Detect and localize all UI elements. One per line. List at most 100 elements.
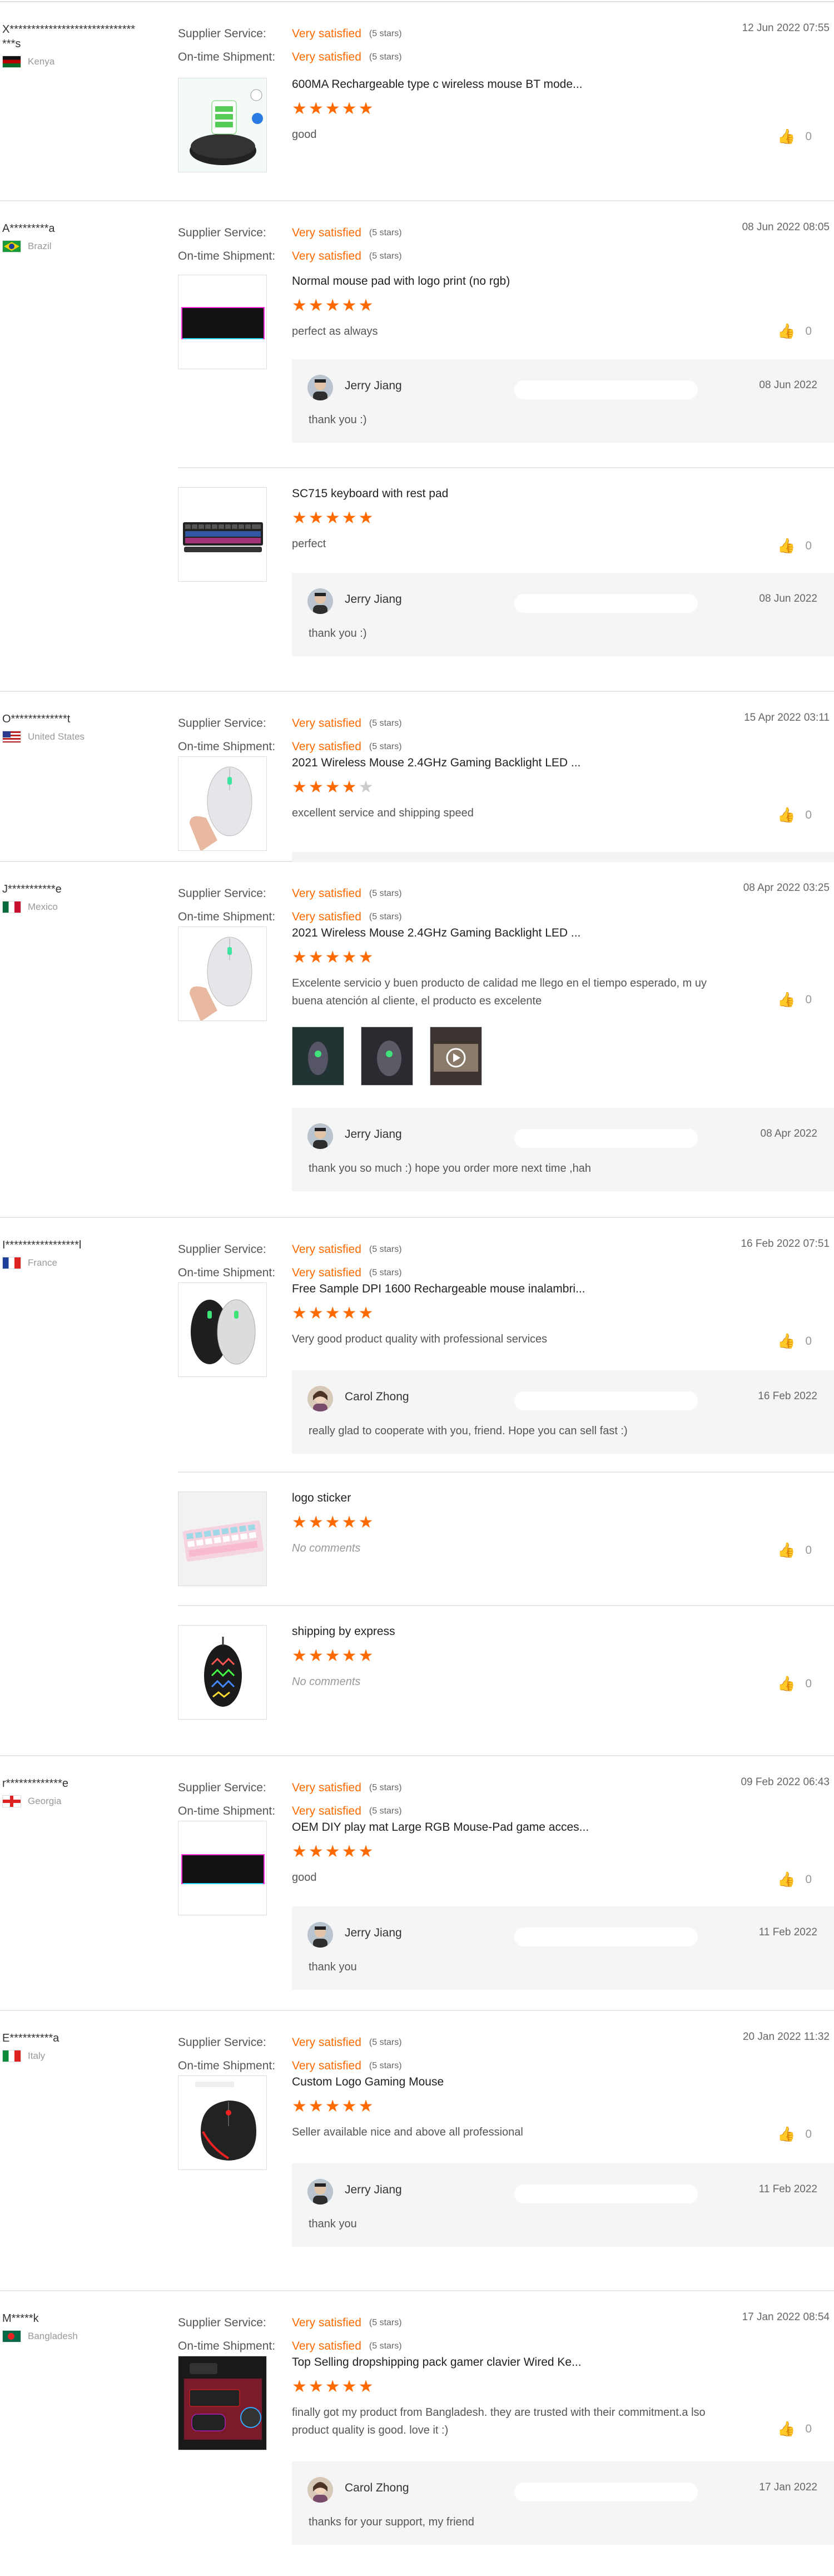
product-name[interactable]: shipping by express xyxy=(292,1625,395,1638)
product-image[interactable] xyxy=(178,927,267,1021)
reply-date: 08 Jun 2022 xyxy=(759,593,817,605)
helpful-button[interactable]: 👍 0 xyxy=(777,128,812,145)
product-image[interactable] xyxy=(178,2356,267,2450)
seller-avatar xyxy=(307,1922,333,1948)
buyer-country: Kenya xyxy=(2,55,180,69)
review-comment: No comments xyxy=(292,1676,361,1688)
thumbs-up-icon: 👍 xyxy=(777,1332,796,1349)
product-image[interactable] xyxy=(178,1282,267,1377)
rating-stars: ★★★★★ xyxy=(292,296,375,315)
helpful-button[interactable]: 👍 0 xyxy=(777,537,812,554)
seller-reply: Jerry Jiang 08 Apr 2022 thank you so muc… xyxy=(292,1108,834,1191)
review-card: r*************e Georgia Supplier Service… xyxy=(0,1756,834,2011)
helpful-button[interactable]: 👍 0 xyxy=(777,323,812,340)
thumbs-up-icon: 👍 xyxy=(777,2126,796,2142)
product-name[interactable]: 2021 Wireless Mouse 2.4GHz Gaming Backli… xyxy=(292,756,580,770)
product-image[interactable] xyxy=(178,1625,267,1720)
review-video[interactable] xyxy=(430,1027,482,1086)
seller-reply: Jerry Jiang 11 Feb 2022 thank you xyxy=(292,1906,834,1990)
helpful-button[interactable]: 👍 0 xyxy=(777,1675,812,1692)
seller-avatar xyxy=(307,588,333,614)
seller-name: Jerry Jiang xyxy=(345,593,402,606)
product-name[interactable]: Free Sample DPI 1600 Rechargeable mouse … xyxy=(292,1282,585,1296)
helpful-button[interactable]: 👍 0 xyxy=(777,806,812,824)
review-photo[interactable] xyxy=(361,1027,413,1086)
rating-stars: ★★★★★ xyxy=(292,509,375,527)
seller-name: Jerry Jiang xyxy=(345,2183,402,2196)
helpful-button[interactable]: 👍 0 xyxy=(777,2126,812,2143)
review-comment: No comments xyxy=(292,1542,361,1554)
rating-stars: ★★★★★ xyxy=(292,948,375,967)
helpful-button[interactable]: 👍 0 xyxy=(777,1871,812,1888)
review-date: 20 Jan 2022 11:32 xyxy=(742,2031,830,2043)
review-comment: good xyxy=(292,1871,317,1884)
product-image[interactable] xyxy=(178,756,267,851)
review-comment: perfect xyxy=(292,538,326,550)
seller-reply: Jerry Jiang 08 Jun 2022 thank you :) xyxy=(292,573,834,656)
product-name[interactable]: Top Selling dropshipping pack gamer clav… xyxy=(292,2356,582,2369)
product-name[interactable]: OEM DIY play mat Large RGB Mouse-Pad gam… xyxy=(292,1821,589,1834)
seller-ratings: Supplier Service: Very satisfied (5 stars)… xyxy=(178,887,402,923)
seller-ratings: Supplier Service: Very satisfied (5 stars)… xyxy=(178,27,402,63)
rating-stars: ★★★★★ xyxy=(292,2097,375,2116)
review-comment: good xyxy=(292,128,317,141)
product-image[interactable] xyxy=(178,1821,267,1915)
product-name[interactable]: 2021 Wireless Mouse 2.4GHz Gaming Backli… xyxy=(292,927,580,940)
seller-avatar xyxy=(307,375,333,400)
buyer-name: M*****k Bangladesh xyxy=(2,2311,180,2344)
review-item: shipping by express ★★★★★ No comments 👍 0 xyxy=(178,1605,834,1745)
reply-date: 11 Feb 2022 xyxy=(758,2183,817,2195)
review-card: E**********a Italy Supplier Service: Very… xyxy=(0,2011,834,2291)
mexico-flag-icon xyxy=(2,901,21,913)
seller-name: Jerry Jiang xyxy=(345,1926,402,1939)
redacted-area xyxy=(514,2483,698,2501)
usa-flag-icon xyxy=(2,731,21,743)
reply-text: thank you xyxy=(309,1961,357,1973)
seller-reply: Carol Zhong 16 Feb 2022 really glad to c… xyxy=(292,1370,834,1454)
rating-stars: ★★★★★ xyxy=(292,1842,375,1861)
product-image[interactable] xyxy=(178,78,267,172)
review-comment: Very good product quality with professio… xyxy=(292,1333,548,1345)
product-image[interactable] xyxy=(178,275,267,369)
buyer-country: Brazil xyxy=(2,239,180,254)
review-card: X***************************** ***s Keny… xyxy=(0,2,834,201)
rating-stars: ★★★★★ xyxy=(292,100,375,118)
product-name[interactable]: Normal mouse pad with logo print (no rgb… xyxy=(292,275,510,288)
product-image[interactable] xyxy=(178,487,267,582)
seller-ratings: Supplier Service: Very satisfied (5 stars)… xyxy=(178,2036,402,2072)
buyer-name: I*****************l France xyxy=(2,1238,180,1270)
thumbs-up-icon: 👍 xyxy=(777,2420,796,2437)
product-image[interactable] xyxy=(178,2075,267,2170)
rating-stars: ★★★★★ xyxy=(292,1513,375,1532)
review-comment: excellent service and shipping speed xyxy=(292,807,474,819)
seller-ratings: Supplier Service: Very satisfied (5 stars)… xyxy=(178,226,402,262)
product-name[interactable]: 600MA Rechargeable type c wireless mouse… xyxy=(292,78,583,91)
helpful-button[interactable]: 👍 0 xyxy=(777,1542,812,1559)
review-date: 16 Feb 2022 07:51 xyxy=(741,1238,830,1250)
reply-text: really glad to cooperate with you, frien… xyxy=(309,1425,628,1437)
thumbs-up-icon: 👍 xyxy=(777,323,796,339)
kenya-flag-icon xyxy=(2,56,21,68)
product-name[interactable]: Custom Logo Gaming Mouse xyxy=(292,2075,444,2089)
helpful-button[interactable]: 👍 0 xyxy=(777,991,812,1008)
seller-avatar xyxy=(307,1386,333,1411)
review-date: 09 Feb 2022 06:43 xyxy=(741,1776,830,1788)
buyer-name: O*************t United States xyxy=(2,712,180,744)
redacted-area xyxy=(514,1928,698,1946)
reply-text: thank you :) xyxy=(309,627,367,640)
buyer-country: France xyxy=(2,1256,180,1270)
buyer-name: A*********a Brazil xyxy=(2,221,180,254)
buyer-country: Georgia xyxy=(2,1794,180,1809)
seller-ratings: Supplier Service: Very satisfied (5 stars)… xyxy=(178,717,402,753)
product-image[interactable] xyxy=(178,1492,267,1586)
reply-text: thank you :) xyxy=(309,414,367,426)
reply-text: thanks for your support, my friend xyxy=(309,2516,474,2528)
helpful-button[interactable]: 👍 0 xyxy=(777,1332,812,1350)
product-name[interactable]: SC715 keyboard with rest pad xyxy=(292,487,448,501)
seller-name: Jerry Jiang xyxy=(345,1128,402,1141)
review-date: 17 Jan 2022 08:54 xyxy=(742,2311,830,2323)
product-name[interactable]: logo sticker xyxy=(292,1492,351,1505)
thumbs-up-icon: 👍 xyxy=(777,1675,796,1692)
review-photo[interactable] xyxy=(292,1027,344,1086)
helpful-button[interactable]: 👍 0 xyxy=(777,2420,812,2438)
